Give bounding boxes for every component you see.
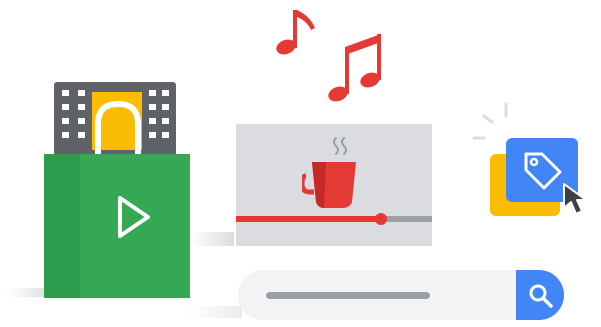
- search-icon: [529, 284, 553, 308]
- search-button[interactable]: [516, 270, 564, 320]
- cursor-arrow-icon: [563, 183, 587, 215]
- progress-fill: [236, 216, 382, 222]
- play-icon: [118, 196, 150, 238]
- search-bar[interactable]: [238, 270, 564, 320]
- search-input[interactable]: [266, 292, 430, 299]
- tag-card-group: [470, 100, 600, 230]
- floor-shadow-right: [190, 306, 242, 318]
- click-spark: [472, 102, 508, 140]
- music-note-icon: [276, 10, 381, 102]
- shopping-bag: [40, 80, 192, 300]
- floor-shadow-center: [190, 232, 234, 246]
- progress-handle[interactable]: [375, 213, 388, 225]
- video-player: [236, 124, 432, 246]
- tag-icon: [524, 152, 562, 190]
- steam-icon: [333, 137, 347, 155]
- coffee-cup-icon: [302, 162, 356, 208]
